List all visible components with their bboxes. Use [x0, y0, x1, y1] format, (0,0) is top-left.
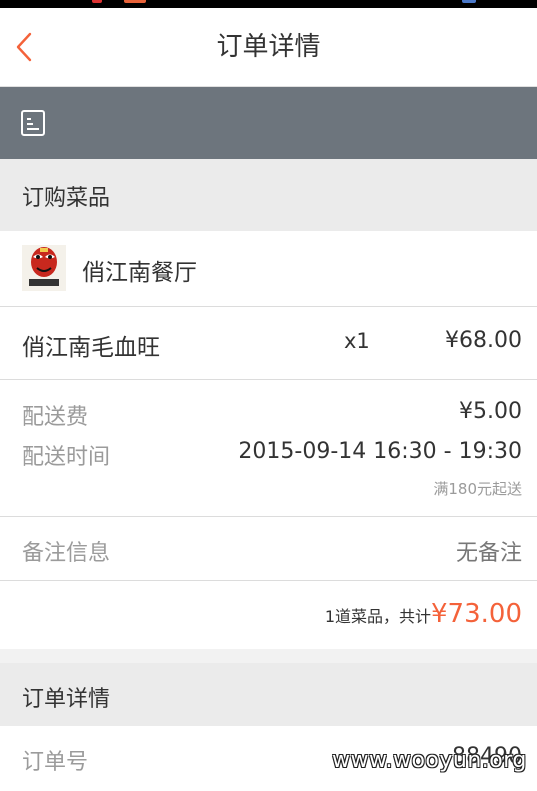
section-divider [0, 649, 537, 663]
order-number-label: 订单号 [22, 750, 89, 775]
delivery-time-value: 2015-09-14 16:30 - 19:30 [238, 439, 522, 464]
delivery-time-label: 配送时间 [22, 445, 111, 470]
dish-price: ¥68.00 [445, 328, 522, 353]
page-title: 订单详情 [216, 32, 321, 62]
total-amount: ¥73.00 [431, 599, 522, 629]
navigation-bar: 订单详情 [0, 8, 537, 87]
watermark: www.wooyun.org [332, 748, 527, 773]
section-header-ordered-dishes: 订购菜品 [0, 159, 537, 231]
receipt-icon [21, 110, 45, 136]
dish-name: 俏江南毛血旺 [22, 335, 160, 361]
remark-label: 备注信息 [22, 541, 111, 566]
status-bar [0, 0, 537, 8]
restaurant-name: 俏江南餐厅 [82, 260, 197, 286]
order-status-banner [0, 87, 537, 159]
delivery-info: 配送费 ¥5.00 配送时间 2015-09-14 16:30 - 19:30 … [0, 380, 537, 517]
dish-row: 俏江南毛血旺 x1 ¥68.00 [0, 307, 537, 380]
section-title: 订购菜品 [22, 186, 111, 211]
section-header-order-details: 订单详情 [0, 663, 537, 726]
dish-quantity: x1 [344, 329, 370, 353]
minimum-order-note: 满180元起送 [433, 480, 522, 498]
delivery-fee-label: 配送费 [22, 405, 89, 430]
summary-text: 1道菜品，共计 [324, 607, 432, 626]
restaurant-logo-icon [22, 245, 66, 291]
delivery-fee-value: ¥5.00 [459, 399, 522, 424]
remark-value: 无备注 [455, 541, 522, 566]
restaurant-row[interactable]: 俏江南餐厅 [0, 231, 537, 307]
order-total: 1道菜品，共计¥73.00 [325, 599, 522, 629]
section-title: 订单详情 [22, 687, 111, 712]
remark-row: 备注信息 无备注 [0, 517, 537, 581]
order-summary: 1道菜品，共计¥73.00 [0, 581, 537, 649]
